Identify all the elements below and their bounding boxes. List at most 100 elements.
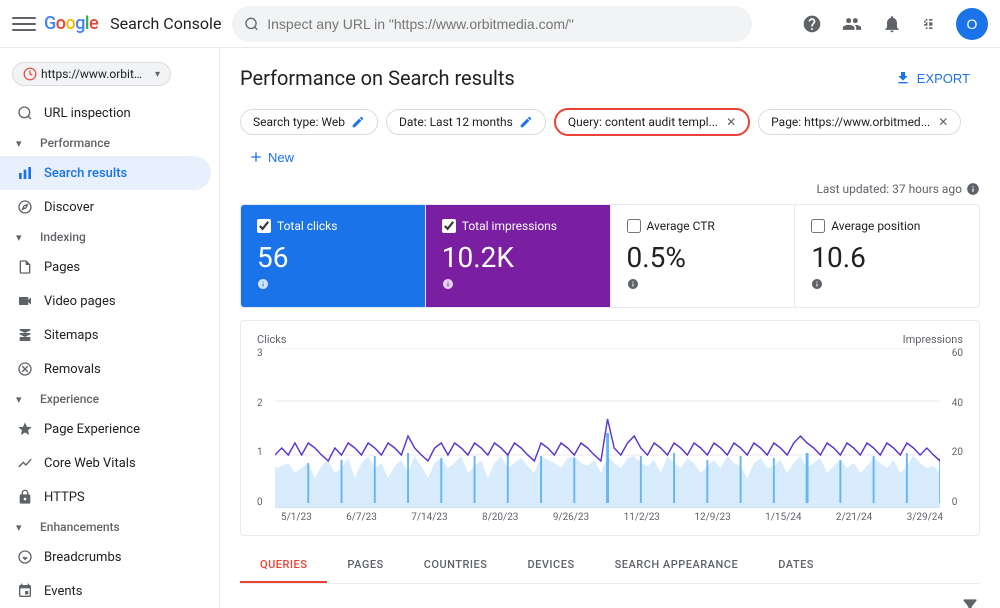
- url-selector[interactable]: https://www.orbitm... ▾: [0, 56, 219, 92]
- hamburger-menu[interactable]: [12, 12, 36, 36]
- sidebar-item-discover[interactable]: Discover: [0, 190, 211, 224]
- tab-pages-label: PAGES: [347, 558, 383, 571]
- tab-dates[interactable]: DATES: [758, 548, 834, 583]
- sidebar-section-experience-label: Experience: [40, 392, 99, 406]
- tab-pages[interactable]: PAGES: [327, 548, 403, 583]
- metric-checkbox-position[interactable]: [811, 219, 825, 233]
- x-label-9: 3/29/24: [907, 512, 943, 523]
- help-button[interactable]: [796, 8, 828, 40]
- breadcrumbs-icon: [16, 548, 34, 566]
- close-icon[interactable]: ✕: [726, 115, 736, 129]
- x-label-2: 7/14/23: [411, 512, 447, 523]
- url-badge[interactable]: https://www.orbitm... ▾: [12, 62, 171, 86]
- metric-checkbox-clicks[interactable]: [257, 219, 271, 233]
- info-icon: [966, 182, 980, 196]
- y-axis-left-2: 2: [257, 398, 263, 409]
- sidebar-item-sitemaps[interactable]: Sitemaps: [0, 318, 211, 352]
- sidebar-item-breadcrumbs[interactable]: Breadcrumbs: [0, 540, 211, 574]
- content-header: Performance on Search results EXPORT: [240, 64, 980, 92]
- tab-dates-label: DATES: [778, 558, 814, 571]
- sidebar-section-enhancements[interactable]: ▾ Enhancements: [0, 514, 219, 540]
- tab-countries[interactable]: COUNTRIES: [404, 548, 508, 583]
- filter-search-type[interactable]: Search type: Web: [240, 109, 378, 135]
- sidebar-item-breadcrumbs-label: Breadcrumbs: [44, 550, 121, 565]
- sidebar-item-pages[interactable]: Pages: [0, 250, 211, 284]
- page-icon: [16, 258, 34, 276]
- tab-search-appearance[interactable]: SEARCH APPEARANCE: [595, 548, 759, 583]
- sidebar-item-search-results[interactable]: Search results: [0, 156, 211, 190]
- metric-label-impressions-text: Total impressions: [462, 219, 557, 233]
- apps-icon: [922, 14, 942, 34]
- filter-date-label: Date: Last 12 months: [399, 115, 513, 129]
- apps-button[interactable]: [916, 8, 948, 40]
- metric-label-position-text: Average position: [831, 219, 920, 233]
- avatar-button[interactable]: O: [956, 8, 988, 40]
- sidebar-item-removals[interactable]: Removals: [0, 352, 211, 386]
- metric-value-ctr: 0.5%: [627, 241, 779, 274]
- metric-label-impressions: Total impressions: [442, 219, 594, 233]
- chart-y-label-left: Clicks: [257, 333, 287, 346]
- metric-value-impressions: 10.2K: [442, 241, 594, 274]
- filter-date[interactable]: Date: Last 12 months: [386, 109, 546, 135]
- filter-page-label: Page: https://www.orbitmed...: [771, 115, 930, 129]
- last-updated-text: Last updated: 37 hours ago: [816, 182, 962, 196]
- bar-chart-icon: [16, 164, 34, 182]
- filter-query-label: Query: content audit templ...: [568, 115, 718, 129]
- sidebar-section-indexing[interactable]: ▾ Indexing: [0, 224, 219, 250]
- search-input[interactable]: [267, 16, 740, 32]
- sidebar-item-https[interactable]: HTTPS: [0, 480, 211, 514]
- download-icon: [895, 70, 911, 86]
- chart-svg: [275, 348, 940, 508]
- chevron-down-icon: ▾: [16, 137, 32, 150]
- metric-card-total-impressions[interactable]: Total impressions 10.2K: [426, 205, 611, 307]
- metric-card-total-clicks[interactable]: Total clicks 56: [241, 205, 426, 307]
- x-label-0: 5/1/23: [281, 512, 312, 523]
- sidebar-item-core-web-vitals[interactable]: Core Web Vitals: [0, 446, 211, 480]
- video-icon: [16, 292, 34, 310]
- last-updated: Last updated: 37 hours ago: [240, 182, 980, 196]
- export-button[interactable]: EXPORT: [885, 64, 980, 92]
- tab-countries-label: COUNTRIES: [424, 558, 488, 571]
- metric-card-avg-position[interactable]: Average position 10.6: [795, 205, 979, 307]
- users-button[interactable]: [836, 8, 868, 40]
- sidebar-item-video-pages[interactable]: Video pages: [0, 284, 211, 318]
- sidebar-section-experience[interactable]: ▾ Experience: [0, 386, 219, 412]
- search-icon: [16, 104, 34, 122]
- sidebar-item-url-inspection[interactable]: URL inspection: [0, 96, 211, 130]
- edit-icon: [519, 115, 533, 129]
- metric-checkbox-ctr[interactable]: [627, 219, 641, 233]
- y-axis-right-40: 40: [952, 398, 963, 409]
- plus-icon: [248, 149, 264, 165]
- sidebar-item-search-results-label: Search results: [44, 166, 127, 181]
- sidebar-item-video-pages-label: Video pages: [44, 294, 116, 309]
- help-icon: [802, 14, 822, 34]
- sidebar-item-discover-label: Discover: [44, 200, 94, 215]
- sidebar-item-events[interactable]: Events: [0, 574, 211, 608]
- tab-queries[interactable]: QUERIES: [240, 548, 327, 583]
- close-icon[interactable]: ✕: [938, 115, 948, 129]
- tab-devices[interactable]: DEVICES: [507, 548, 594, 583]
- search-icon: [244, 16, 259, 32]
- events-icon: [16, 582, 34, 600]
- filter-icon[interactable]: [960, 596, 980, 608]
- url-text: https://www.orbitm...: [41, 67, 151, 81]
- tab-search-appearance-label: SEARCH APPEARANCE: [615, 558, 739, 571]
- metrics-row: Total clicks 56 Total impressions 10.2K: [240, 204, 980, 308]
- metric-card-avg-ctr[interactable]: Average CTR 0.5%: [611, 205, 796, 307]
- new-filter-button[interactable]: New: [240, 144, 302, 170]
- info-icon: [811, 278, 823, 290]
- google-logo: Google: [44, 13, 98, 34]
- metric-label-ctr-text: Average CTR: [647, 219, 715, 233]
- notifications-button[interactable]: [876, 8, 908, 40]
- chart-y-label-right: Impressions: [903, 333, 963, 346]
- filter-page[interactable]: Page: https://www.orbitmed... ✕: [758, 109, 961, 135]
- search-bar[interactable]: [232, 6, 752, 42]
- info-icon: [442, 278, 454, 290]
- sidebar-item-page-experience[interactable]: Page Experience: [0, 412, 211, 446]
- metric-checkbox-impressions[interactable]: [442, 219, 456, 233]
- metric-info-position: [811, 278, 963, 293]
- filter-query[interactable]: Query: content audit templ... ✕: [554, 108, 750, 136]
- chevron-down-icon: ▾: [16, 521, 32, 534]
- sidebar-section-performance[interactable]: ▾ Performance: [0, 130, 219, 156]
- info-icon: [627, 278, 639, 290]
